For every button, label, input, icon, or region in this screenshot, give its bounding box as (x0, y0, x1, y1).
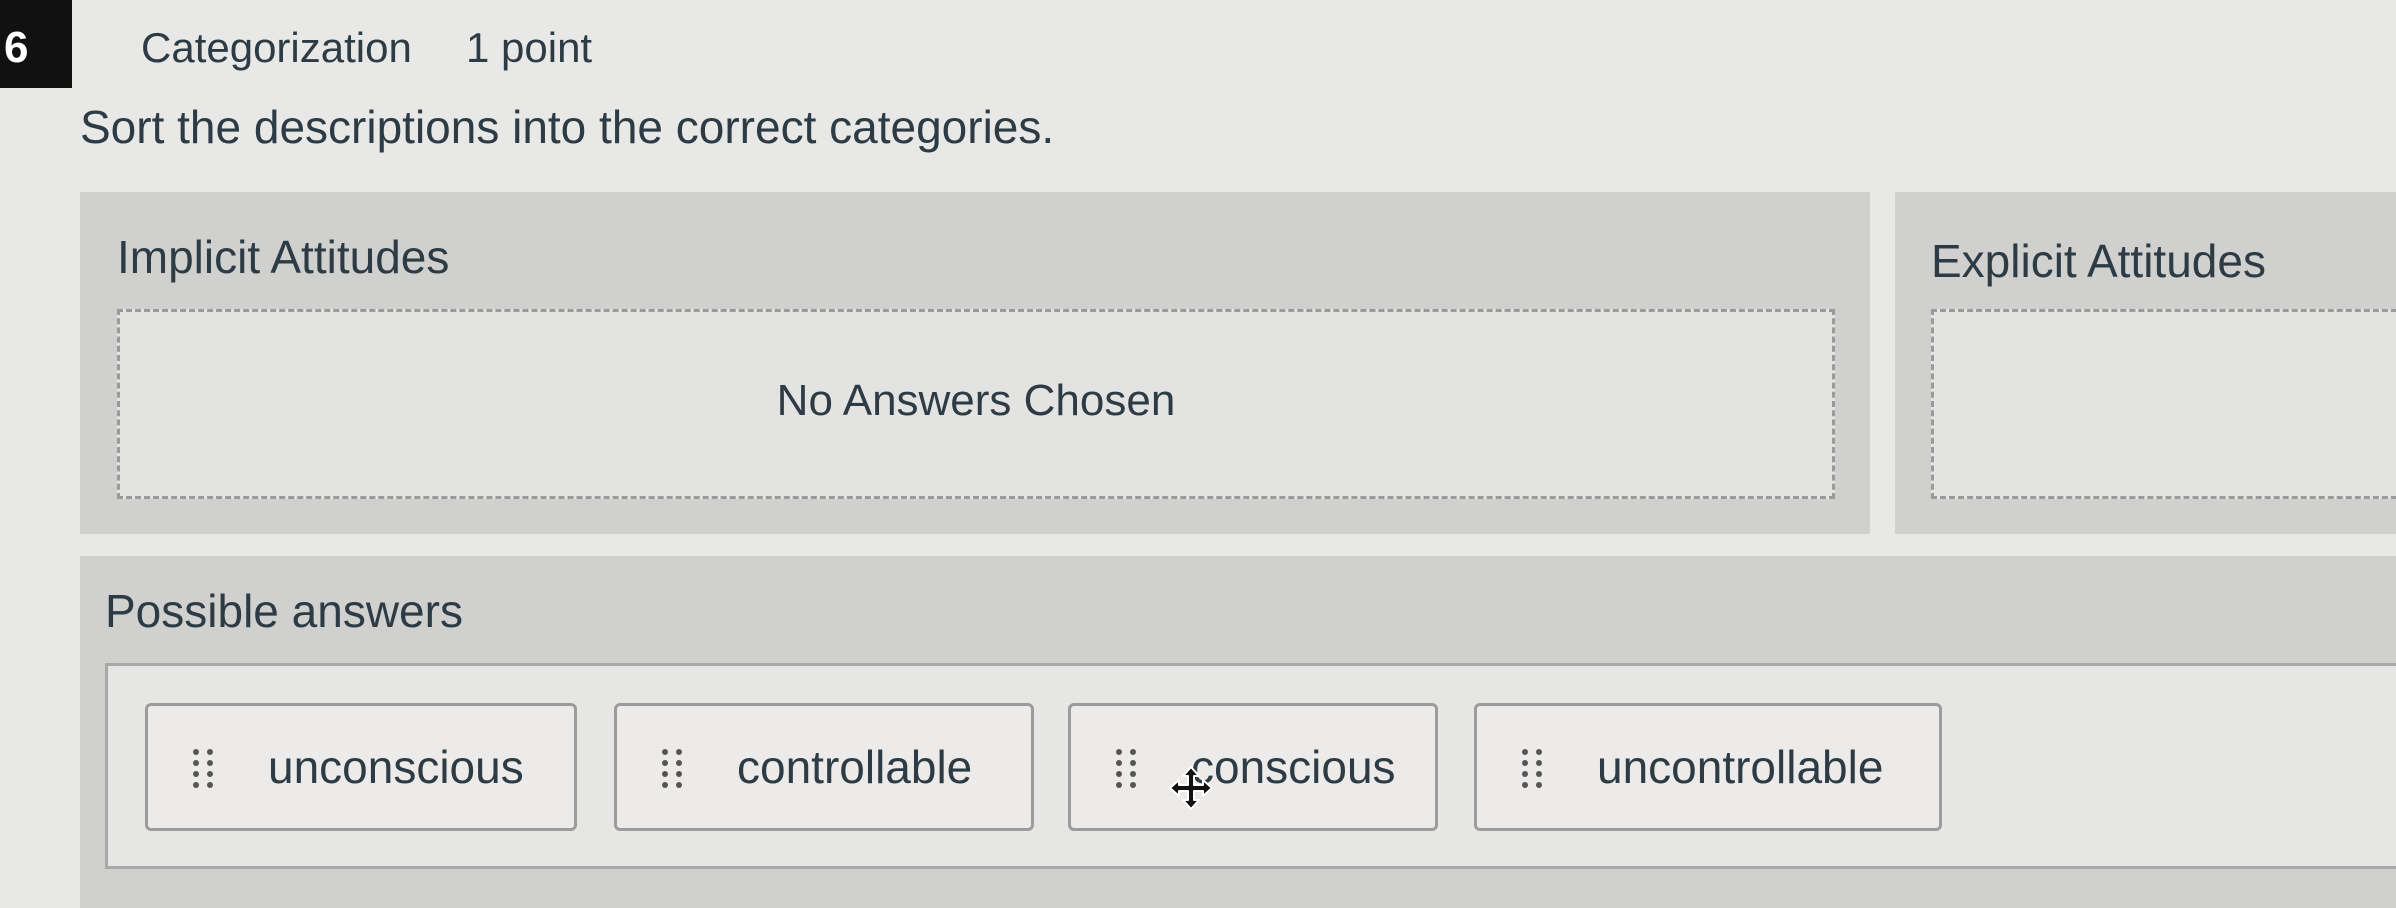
drop-zone-explicit[interactable] (1931, 309, 2396, 499)
drag-handle-icon (193, 749, 213, 788)
empty-drop-message: No Answers Chosen (776, 376, 1176, 425)
category-implicit-attitudes: Implicit Attitudes No Answers Chosen (80, 192, 1870, 534)
answer-chip-unconscious[interactable]: unconscious (145, 703, 577, 831)
question-points: 1 point (466, 24, 593, 71)
question-prompt: Sort the descriptions into the correct c… (80, 101, 1055, 153)
category-title: Implicit Attitudes (117, 231, 450, 283)
possible-answers-title: Possible answers (105, 585, 463, 637)
answer-chip-controllable[interactable]: controllable (614, 703, 1034, 831)
move-cursor-icon (1169, 766, 1213, 810)
answer-chip-conscious[interactable]: conscious (1068, 703, 1438, 831)
category-title: Explicit Attitudes (1931, 235, 2266, 287)
drop-zone-implicit[interactable]: No Answers Chosen (117, 309, 1835, 499)
answer-label: unconscious (268, 741, 524, 793)
question-type: Categorization (141, 24, 412, 71)
answer-label: conscious (1191, 741, 1396, 793)
question-number: 6 (0, 0, 72, 88)
drag-handle-icon (1116, 749, 1136, 788)
answer-chip-uncontrollable[interactable]: uncontrollable (1474, 703, 1942, 831)
answer-label: uncontrollable (1597, 741, 1884, 793)
answer-label: controllable (737, 741, 973, 793)
category-explicit-attitudes: Explicit Attitudes (1895, 192, 2396, 534)
drag-handle-icon (662, 749, 682, 788)
drag-handle-icon (1522, 749, 1542, 788)
